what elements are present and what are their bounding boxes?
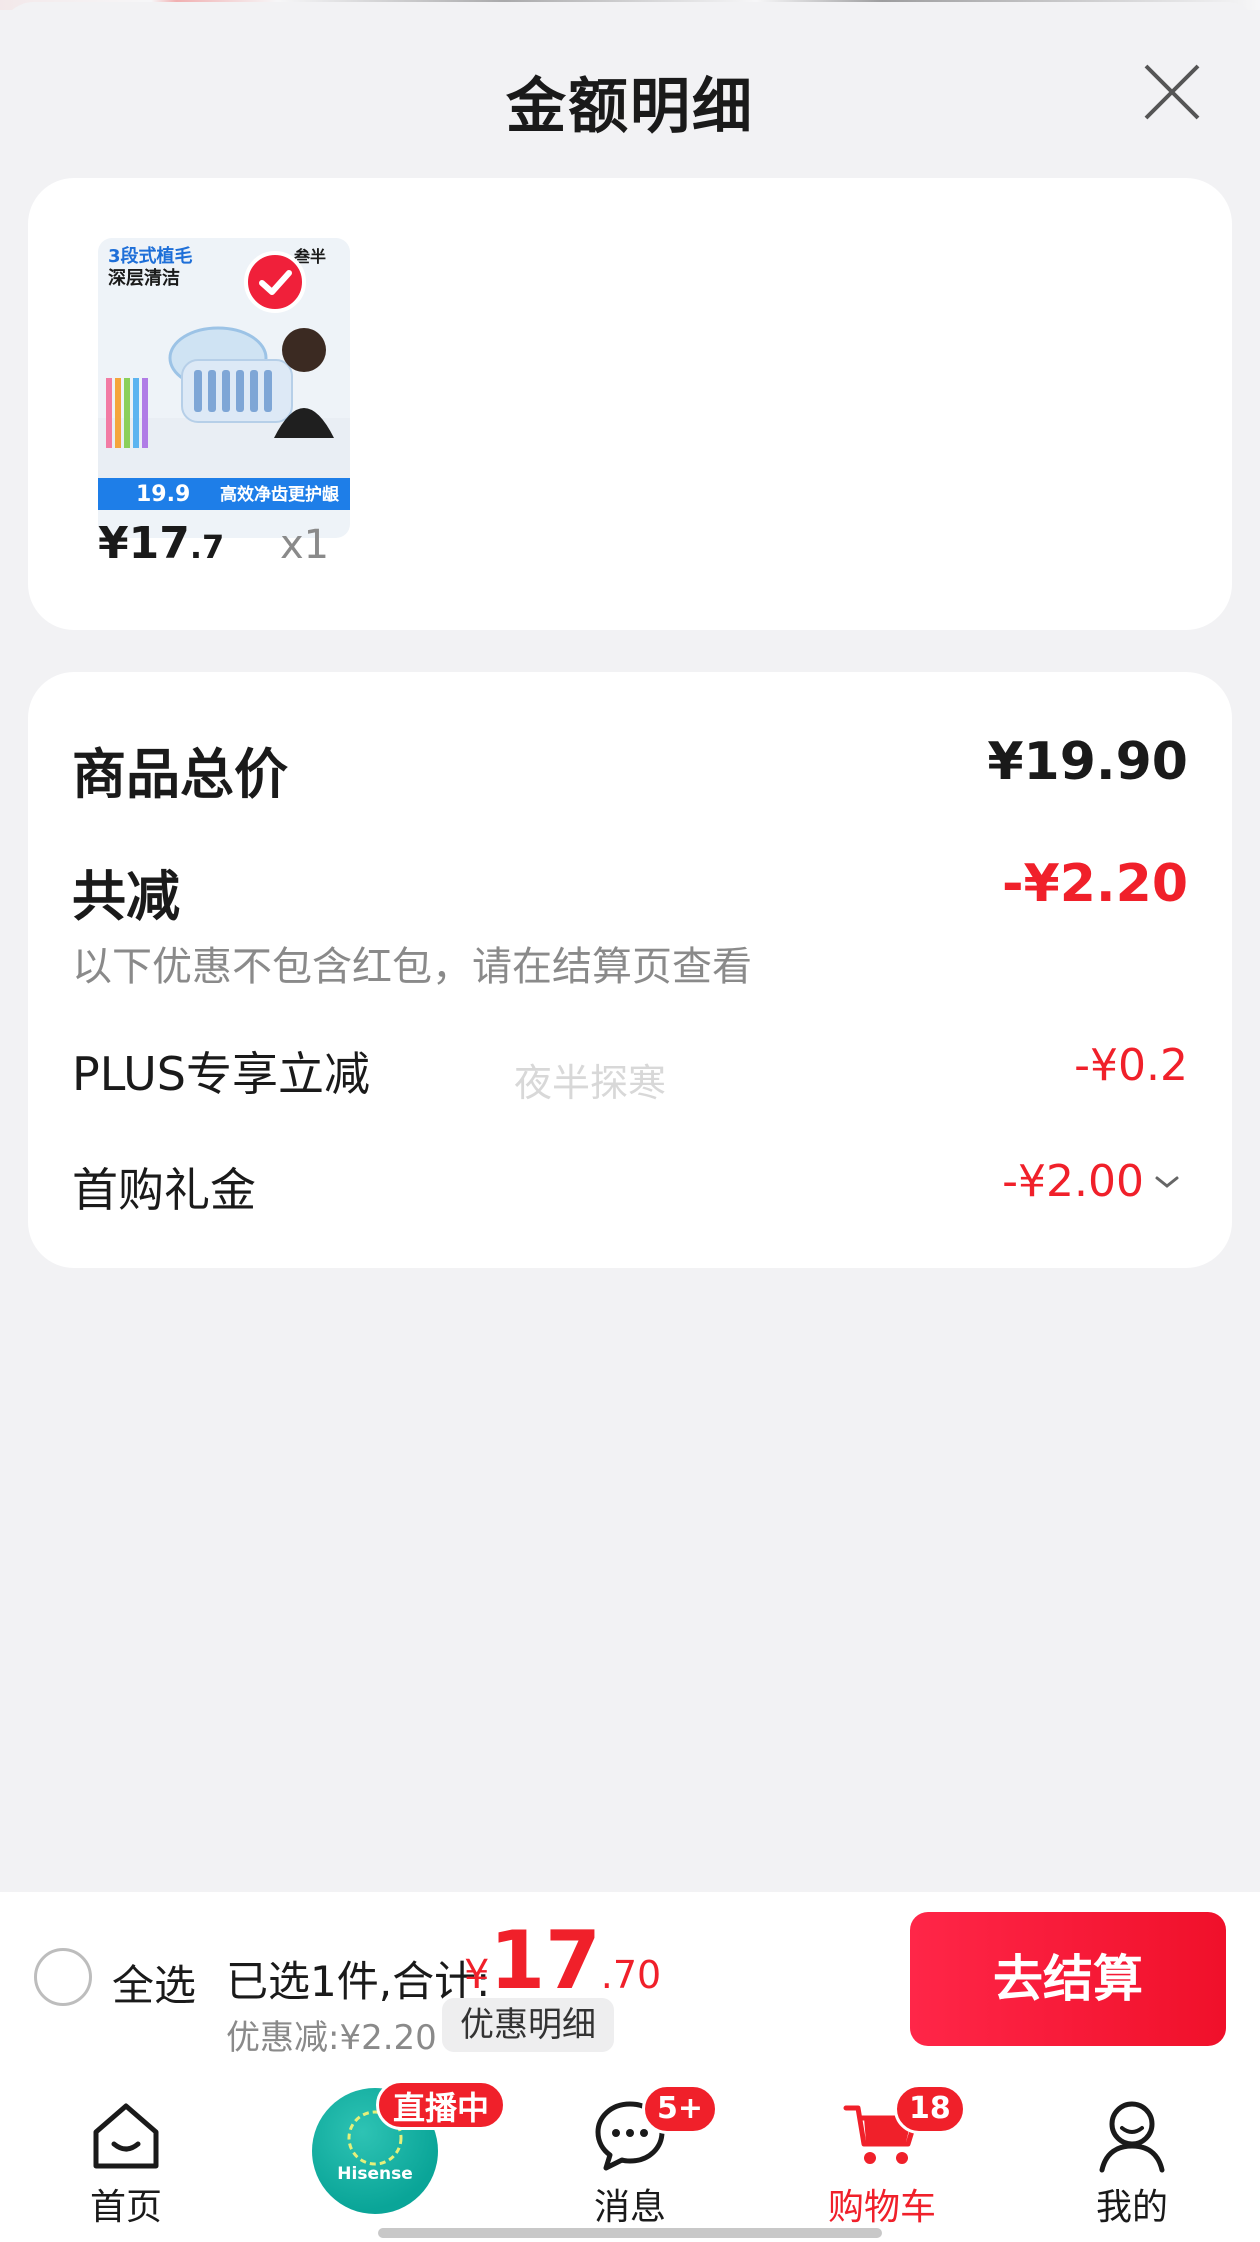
checkout-button[interactable]: 去结算: [910, 1912, 1226, 2046]
tab-profile-label: 我的: [1095, 2187, 1168, 2228]
selected-check-icon[interactable]: [244, 251, 306, 313]
first-purchase-gift-label: 首购礼金: [72, 1163, 256, 1217]
product-quantity: x1: [280, 522, 330, 568]
home-indicator[interactable]: [378, 2228, 882, 2238]
live-badge: 直播中: [376, 2080, 507, 2130]
sheet-title: 金额明细: [506, 72, 754, 142]
chevron-down-icon[interactable]: [1152, 1170, 1182, 1194]
cart-badge: 18: [894, 2084, 966, 2134]
close-icon[interactable]: [1140, 60, 1204, 124]
product-card: 3段式植毛 深层清洁 叁半 19.9 高效净齿更护龈 ¥17.7 x1: [28, 178, 1232, 630]
select-all-label[interactable]: 全选: [112, 1952, 196, 2013]
messages-badge: 5+: [642, 2084, 719, 2134]
watermark: 夜半探寒: [514, 1061, 667, 1105]
user-icon: [1099, 2101, 1165, 2173]
thumb-subhead: 深层清洁: [108, 267, 180, 289]
tab-home[interactable]: 首页: [46, 2068, 206, 2242]
total-price-label: 商品总价: [72, 743, 288, 806]
tab-profile[interactable]: 我的: [1052, 2068, 1212, 2242]
thumb-headline: 3段式植毛: [108, 245, 193, 267]
reduction-note: 以下优惠不包含红包，请在结算页查看: [72, 944, 752, 990]
discount-detail-button[interactable]: 优惠明细: [442, 1998, 614, 2052]
product-price-dec: .7: [189, 528, 225, 566]
price-summary-card: 商品总价 ¥19.90 共减 -¥2.20 以下优惠不包含红包，请在结算页查看 …: [28, 672, 1232, 1268]
total-price-value: ¥19.90: [987, 732, 1188, 792]
plus-discount-value: -¥0.2: [1074, 1040, 1188, 1091]
total-amount-dec: .70: [600, 1953, 662, 1997]
amount-detail-sheet: 金额明细 3段式植毛 深层清洁 叁半 19.9 高效净齿更护龈 ¥17.7 x1…: [0, 2, 1260, 1892]
total-currency: ¥: [464, 1952, 490, 1998]
select-all-radio[interactable]: [34, 1948, 92, 2006]
home-icon: [93, 2103, 159, 2169]
live-brand-label: Hisense: [337, 2164, 413, 2184]
product-price: ¥17.7: [98, 518, 224, 569]
product-thumbnail[interactable]: 3段式植毛 深层清洁 叁半 19.9 高效净齿更护龈: [98, 238, 350, 538]
tab-home-label: 首页: [89, 2187, 162, 2228]
total-amount: ¥17.70: [464, 1914, 661, 2007]
product-price-int: ¥17: [98, 518, 190, 569]
sheet-header: 金额明细: [0, 2, 1260, 182]
discount-text: 优惠减:¥2.20: [226, 2018, 437, 2058]
total-amount-int: 17: [489, 1914, 601, 2007]
checkout-bar: 全选 已选1件,合计: ¥17.70 优惠减:¥2.20 优惠明细 去结算: [0, 1892, 1260, 2068]
bottom-tab-bar: 首页 Hisense 直播中 消息 5+ 购物车 18 我的: [0, 2068, 1260, 2242]
total-reduction-label: 共减: [72, 865, 180, 928]
thumb-promo-price: 19.9: [136, 482, 190, 507]
tab-messages-label: 消息: [593, 2187, 666, 2228]
total-reduction-value: -¥2.20: [1001, 854, 1188, 914]
first-purchase-gift-value[interactable]: -¥2.00: [1002, 1156, 1144, 1207]
thumb-slogan: 高效净齿更护龈: [220, 484, 340, 505]
plus-discount-label: PLUS专享立减: [72, 1047, 370, 1101]
tab-cart-label: 购物车: [827, 2187, 936, 2228]
